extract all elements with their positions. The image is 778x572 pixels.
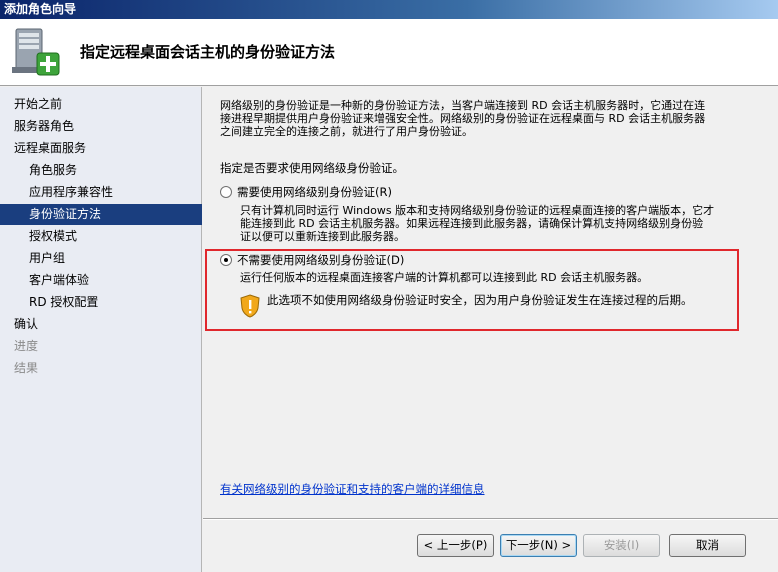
- warning-text: 此选项不如使用网络级身份验证时安全，因为用户身份验证发生在连接过程的后期。: [267, 293, 693, 307]
- cancel-button[interactable]: 取消: [669, 534, 746, 557]
- warning-shield-icon: [240, 294, 260, 318]
- radio-require-nla[interactable]: [220, 186, 232, 198]
- nav-item-client-experience[interactable]: 客户端体验: [0, 270, 202, 291]
- nav-item-licensing-mode[interactable]: 授权模式: [0, 226, 202, 247]
- nav-item-confirmation[interactable]: 确认: [0, 314, 202, 335]
- nav-item-rd-licensing[interactable]: RD 授权配置: [0, 292, 202, 313]
- next-button[interactable]: 下一步(N) >: [500, 534, 577, 557]
- server-add-icon: [12, 28, 60, 76]
- wizard-content: 网络级别的身份验证是一种新的身份验证方法，当客户端连接到 RD 会话主机服务器时…: [203, 87, 778, 518]
- nav-item-server-roles[interactable]: 服务器角色: [0, 116, 202, 137]
- nav-item-role-services[interactable]: 角色服务: [0, 160, 202, 181]
- nav-item-progress: 进度: [14, 339, 39, 353]
- install-button: 安装(I): [583, 534, 660, 557]
- nav-item-remote-desktop-services[interactable]: 远程桌面服务: [0, 138, 202, 159]
- more-info-link[interactable]: 有关网络级别的身份验证和支持的客户端的详细信息: [220, 481, 485, 497]
- wizard-header: 指定远程桌面会话主机的身份验证方法: [0, 19, 778, 86]
- window-title: 添加角色向导: [0, 0, 778, 19]
- nav-item-user-groups[interactable]: 用户组: [0, 248, 202, 269]
- nav-item-app-compatibility[interactable]: 应用程序兼容性: [0, 182, 202, 203]
- wizard-nav: 开始之前 服务器角色 远程桌面服务 角色服务 应用程序兼容性 身份验证方法 授权…: [0, 87, 202, 572]
- radio-no-nla[interactable]: [220, 254, 232, 266]
- option-require-nla-label[interactable]: 需要使用网络级别身份验证(R): [237, 184, 392, 200]
- option-no-nla-label[interactable]: 不需要使用网络级别身份验证(D): [237, 252, 404, 268]
- page-title: 指定远程桌面会话主机的身份验证方法: [80, 43, 336, 61]
- nla-question: 指定是否要求使用网络级身份验证。: [220, 161, 404, 175]
- nla-description: 网络级别的身份验证是一种新的身份验证方法，当客户端连接到 RD 会话主机服务器时…: [220, 99, 706, 138]
- nav-item-before-you-begin[interactable]: 开始之前: [0, 94, 202, 115]
- previous-button[interactable]: < 上一步(P): [417, 534, 494, 557]
- nav-item-authentication-method[interactable]: 身份验证方法: [0, 204, 202, 225]
- wizard-footer: < 上一步(P) 下一步(N) > 安装(I) 取消: [203, 518, 778, 572]
- nav-item-results: 结果: [14, 361, 39, 375]
- option-require-nla-desc: 只有计算机同时运行 Windows 版本和支持网络级别身份验证的远程桌面连接的客…: [240, 204, 715, 243]
- option-no-nla-desc: 运行任何版本的远程桌面连接客户端的计算机都可以连接到此 RD 会话主机服务器。: [240, 271, 649, 284]
